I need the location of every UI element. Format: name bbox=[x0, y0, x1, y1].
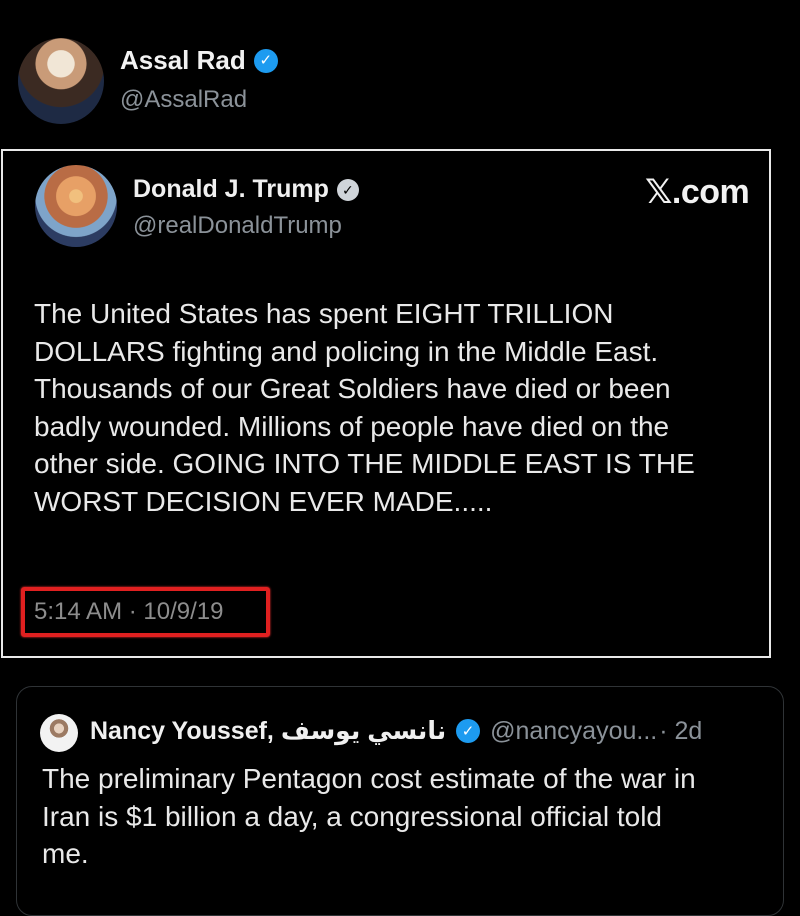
author-name-text: Assal Rad bbox=[120, 45, 246, 75]
x-logo-text: 𝕏.com bbox=[645, 173, 750, 211]
embedded-author-name: Donald J. Trump ✓ bbox=[133, 175, 359, 204]
quoted-tweet-header: Nancy Youssef, نانسي يوسف ✓ @nancyayou..… bbox=[90, 716, 702, 746]
text-line: badly wounded. Millions of people have d… bbox=[34, 410, 670, 442]
text-line: DOLLARS fighting and policing in the Mid… bbox=[34, 335, 659, 367]
author-name[interactable]: Assal Rad ✓ bbox=[120, 45, 278, 76]
text-line: The preliminary Pentagon cost estimate o… bbox=[42, 763, 696, 794]
embedded-author-handle: @realDonaldTrump bbox=[133, 212, 342, 239]
text-line: The United States has spent EIGHT TRILLI… bbox=[34, 298, 614, 329]
avatar-nancy-youssef[interactable] bbox=[40, 714, 78, 752]
quoted-author-name[interactable]: Nancy Youssef, نانسي يوسف bbox=[90, 716, 446, 746]
verified-badge-icon: ✓ bbox=[456, 719, 481, 743]
verified-badge-icon: ✓ bbox=[336, 178, 359, 201]
quoted-tweet-age: · 2d bbox=[659, 716, 703, 745]
quoted-tweet-text: The preliminary Pentagon cost estimate o… bbox=[42, 760, 772, 873]
embedded-timestamp: 5:14 AM · 10/9/19 bbox=[34, 598, 224, 625]
embedded-tweet-text: The United States has spent EIGHT TRILLI… bbox=[34, 295, 764, 520]
text-line: Iran is $1 billion a day, a congressiona… bbox=[42, 800, 662, 832]
verified-badge-icon: ✓ bbox=[253, 48, 278, 73]
text-line: other side. GOING INTO THE MIDDLE EAST I… bbox=[34, 448, 695, 479]
avatar-donald-trump bbox=[35, 165, 117, 247]
author-handle[interactable]: @AssalRad bbox=[120, 86, 247, 114]
text-line: Thousands of our Great Soldiers have die… bbox=[34, 373, 671, 404]
quoted-author-handle[interactable]: @nancyayou... bbox=[490, 717, 657, 746]
text-line: me. bbox=[42, 838, 89, 869]
avatar-assal-rad[interactable] bbox=[18, 38, 104, 124]
embedded-author-name-text: Donald J. Trump bbox=[133, 175, 329, 203]
text-line: WORST DECISION EVER MADE..... bbox=[34, 485, 493, 517]
